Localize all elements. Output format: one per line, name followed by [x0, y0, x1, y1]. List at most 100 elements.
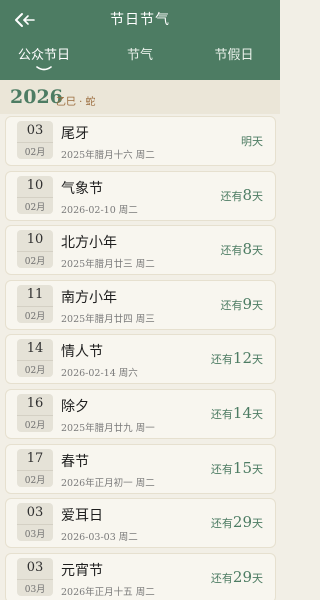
festival-list-item[interactable]: 03 03月 元宵节 2026年正月十五 周二 还有29天 — [5, 552, 276, 600]
countdown-suffix: 明天 — [241, 135, 263, 148]
festival-name: 春节 — [61, 453, 89, 470]
badge-day: 17 — [26, 450, 44, 466]
badge-month: 02月 — [17, 142, 53, 158]
countdown-suffix: 天 — [252, 517, 263, 531]
date-badge: 03 03月 — [17, 503, 53, 542]
countdown-suffix: 天 — [252, 408, 263, 421]
date-badge: 10 02月 — [17, 175, 53, 214]
festival-date-detail: 2025年腊月廿九 周一 — [61, 423, 155, 434]
festival-name: 南方小年 — [61, 289, 117, 306]
countdown-days: 29 — [232, 513, 252, 532]
countdown-days: 8 — [242, 185, 252, 204]
festival-name: 爱耳日 — [61, 508, 103, 525]
badge-day: 11 — [26, 286, 44, 302]
badge-day: 10 — [26, 177, 44, 193]
date-badge: 10 02月 — [17, 230, 53, 269]
badge-month: 02月 — [17, 196, 53, 213]
countdown-prefix: 还有 — [210, 571, 233, 585]
festival-list-item[interactable]: 10 02月 北方小年 2025年腊月廿三 周二 还有8天 — [5, 225, 276, 276]
tab-statutory-holidays[interactable]: 节假日 — [199, 44, 269, 63]
tab-label: 节气 — [126, 48, 153, 63]
badge-month: 02月 — [17, 360, 53, 376]
countdown-prefix: 还有 — [210, 462, 233, 476]
festival-date-detail: 2026年正月初一 周二 — [61, 477, 155, 489]
date-badge: 14 02月 — [17, 339, 53, 378]
date-badge: 03 03月 — [17, 557, 53, 596]
tab-active-indicator — [36, 66, 52, 71]
badge-day: 14 — [26, 341, 44, 357]
badge-day: 16 — [26, 396, 44, 411]
festival-name: 尾牙 — [61, 126, 89, 142]
badge-month: 03月 — [17, 524, 53, 540]
countdown-suffix: 天 — [252, 298, 263, 312]
countdown-prefix: 还有 — [220, 244, 243, 258]
countdown: 还有15天 — [211, 459, 263, 477]
festival-list-item[interactable]: 16 02月 除夕 2025年腊月廿九 周一 还有14天 — [5, 389, 276, 439]
festival-date-detail: 2026-03-03 周二 — [61, 532, 138, 544]
badge-month: 02月 — [17, 415, 53, 431]
year-number: 2026 — [10, 86, 63, 108]
countdown: 还有9天 — [220, 295, 263, 313]
year-header: 2026 乙巳 · 蛇 — [0, 80, 280, 114]
countdown: 还有29天 — [211, 568, 263, 586]
countdown: 还有29天 — [211, 513, 263, 531]
badge-day: 03 — [26, 505, 44, 521]
countdown: 还有14天 — [211, 404, 263, 422]
countdown-prefix: 还有 — [210, 353, 233, 367]
countdown-prefix: 还有 — [210, 517, 233, 531]
page-title: 节日节气 — [110, 12, 170, 28]
countdown-suffix: 天 — [252, 244, 263, 258]
countdown-prefix: 还有 — [220, 298, 243, 312]
countdown-prefix: 还有 — [210, 408, 233, 421]
countdown-prefix: 还有 — [220, 189, 243, 203]
festival-date-detail: 2025年腊月十六 周二 — [61, 150, 155, 161]
badge-month: 02月 — [17, 251, 53, 267]
festival-list-item[interactable]: 11 02月 南方小年 2025年腊月廿四 周三 还有9天 — [5, 279, 276, 330]
countdown-days: 15 — [232, 458, 252, 477]
tab-bar: 公众节日 节气 节假日 — [0, 44, 280, 74]
festival-list-item[interactable]: 03 02月 尾牙 2025年腊月十六 周二 明天 — [5, 116, 276, 166]
festival-list-item[interactable]: 10 02月 气象节 2026-02-10 周二 还有8天 — [5, 170, 276, 221]
countdown: 还有12天 — [211, 349, 263, 367]
date-badge: 11 02月 — [17, 284, 53, 323]
tab-solar-terms[interactable]: 节气 — [105, 44, 175, 63]
date-badge: 03 02月 — [17, 121, 53, 159]
festival-name: 气象节 — [61, 180, 103, 197]
date-badge: 17 02月 — [17, 448, 53, 487]
app-header: 节日节气 公众节日 节气 节假日 — [0, 0, 280, 80]
festival-name: 元宵节 — [61, 562, 103, 579]
badge-day: 03 — [26, 123, 44, 138]
festival-name: 情人节 — [61, 344, 103, 361]
countdown-suffix: 天 — [252, 571, 263, 585]
badge-day: 10 — [26, 232, 44, 248]
countdown-days: 29 — [232, 567, 252, 586]
countdown-days: 12 — [232, 349, 252, 368]
badge-month: 02月 — [17, 469, 53, 486]
badge-month: 02月 — [17, 305, 53, 322]
festival-date-detail: 2026-02-14 周六 — [61, 368, 138, 380]
festival-name: 北方小年 — [61, 235, 117, 252]
year-ganzhi: 乙巳 · 蛇 — [56, 97, 96, 108]
festival-list-item[interactable]: 14 02月 情人节 2026-02-14 周六 还有12天 — [5, 334, 276, 385]
countdown-suffix: 天 — [252, 462, 263, 476]
festival-date-detail: 2026-02-10 周二 — [61, 204, 138, 216]
festival-list-item[interactable]: 17 02月 春节 2026年正月初一 周二 还有15天 — [5, 443, 276, 494]
countdown: 明天 — [241, 131, 263, 149]
countdown-days: 14 — [232, 404, 252, 422]
tab-label: 公众节日 — [17, 48, 70, 63]
countdown: 还有8天 — [220, 240, 263, 258]
festival-date-detail: 2026年正月十五 周二 — [61, 586, 155, 598]
countdown: 还有8天 — [220, 186, 263, 204]
festival-name: 除夕 — [61, 399, 89, 415]
festival-date-detail: 2025年腊月廿四 周三 — [61, 313, 155, 325]
countdown-days: 9 — [242, 294, 252, 313]
date-badge: 16 02月 — [17, 394, 53, 432]
badge-day: 03 — [26, 559, 44, 575]
countdown-days: 8 — [242, 240, 252, 259]
festival-date-detail: 2025年腊月廿三 周二 — [61, 259, 155, 271]
countdown-suffix: 天 — [252, 353, 263, 367]
tab-label: 节假日 — [214, 48, 254, 63]
festival-list-item[interactable]: 03 03月 爱耳日 2026-03-03 周二 还有29天 — [5, 498, 276, 549]
tab-public-holidays[interactable]: 公众节日 — [9, 44, 79, 71]
countdown-suffix: 天 — [252, 189, 263, 203]
